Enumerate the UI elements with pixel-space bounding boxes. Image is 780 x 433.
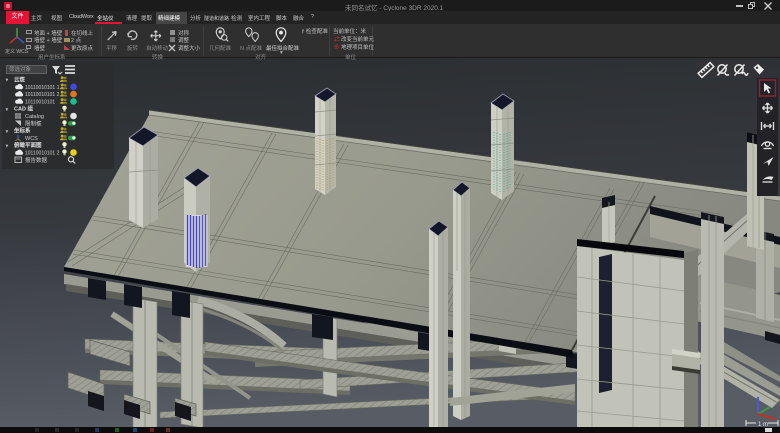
svg-text:▾: ▾ [6,78,9,84]
svg-text:10110010101: 10110010101 [25,99,55,105]
svg-text:WCS: WCS [25,136,38,142]
svg-text:Catalog: Catalog [25,114,44,120]
svg-text:俯瞰平面图: 俯瞰平面图 [14,141,42,149]
svg-text:10110010101 2: 10110010101 2 [25,92,60,98]
svg-text:10110010101 1: 10110010101 1 [25,85,60,91]
svg-text:坐标系: 坐标系 [14,127,31,135]
svg-text:10110010101 2: 10110010101 2 [25,151,60,157]
svg-text:限制框: 限制框 [25,119,42,127]
svg-text:云斑: 云斑 [14,76,26,84]
svg-text:CAD 组: CAD 组 [14,105,33,113]
svg-text:▾: ▾ [6,107,9,113]
svg-text:▾: ▾ [6,129,9,135]
svg-text:报告数据: 报告数据 [25,156,48,164]
svg-text:▾: ▾ [6,143,9,149]
